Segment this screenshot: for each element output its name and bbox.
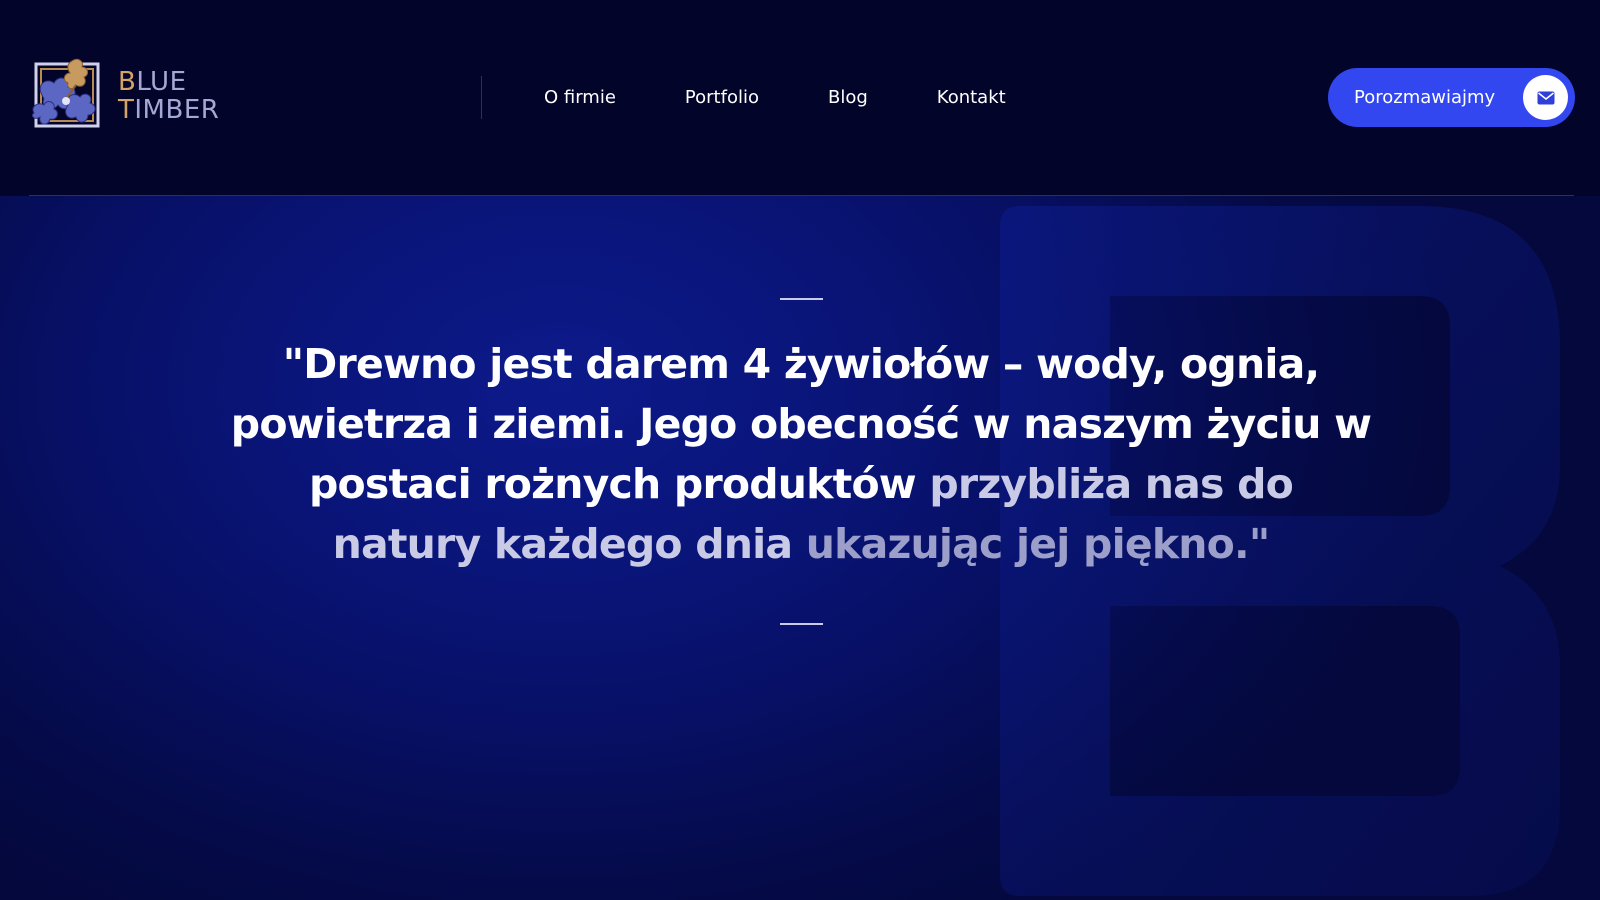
quote-bottom-rule — [780, 623, 823, 625]
brand-line-1: BLUE — [118, 68, 219, 96]
contact-cta-button[interactable]: Porozmawiajmy — [1328, 68, 1575, 127]
site-header: BLUE TIMBER O firmie Portfolio Blog Kont… — [0, 0, 1600, 196]
brand-line-2-rest: IMBER — [134, 95, 220, 125]
envelope-icon — [1523, 75, 1568, 120]
oak-leaves-logo-icon — [31, 58, 100, 128]
page: BLUE TIMBER O firmie Portfolio Blog Kont… — [0, 0, 1600, 900]
brand-line-1-rest: LUE — [136, 67, 187, 97]
main-nav: O firmie Portfolio Blog Kontakt — [544, 84, 1075, 112]
brand-logo[interactable]: BLUE TIMBER — [28, 55, 219, 137]
hero-quote-part-3: ukazując jej piękno." — [792, 520, 1270, 568]
contact-cta-label: Porozmawiajmy — [1354, 87, 1496, 108]
nav-divider — [481, 76, 482, 119]
nav-item-portfolio[interactable]: Portfolio — [685, 84, 759, 112]
nav-item-o-firmie[interactable]: O firmie — [544, 84, 616, 112]
nav-item-blog[interactable]: Blog — [828, 84, 868, 112]
nav-item-kontakt[interactable]: Kontakt — [937, 84, 1006, 112]
brand-line-2: TIMBER — [118, 96, 219, 124]
brand-line-1-accent: B — [118, 67, 137, 97]
hero-quote: "Drewno jest darem 4 żywiołów – wody, og… — [230, 334, 1372, 574]
quote-top-rule — [780, 298, 823, 300]
brand-line-2-accent: T — [118, 95, 135, 125]
hero-section: "Drewno jest darem 4 żywiołów – wody, og… — [0, 196, 1600, 900]
brand-wordmark: BLUE TIMBER — [118, 68, 219, 124]
header-divider — [29, 195, 1574, 196]
